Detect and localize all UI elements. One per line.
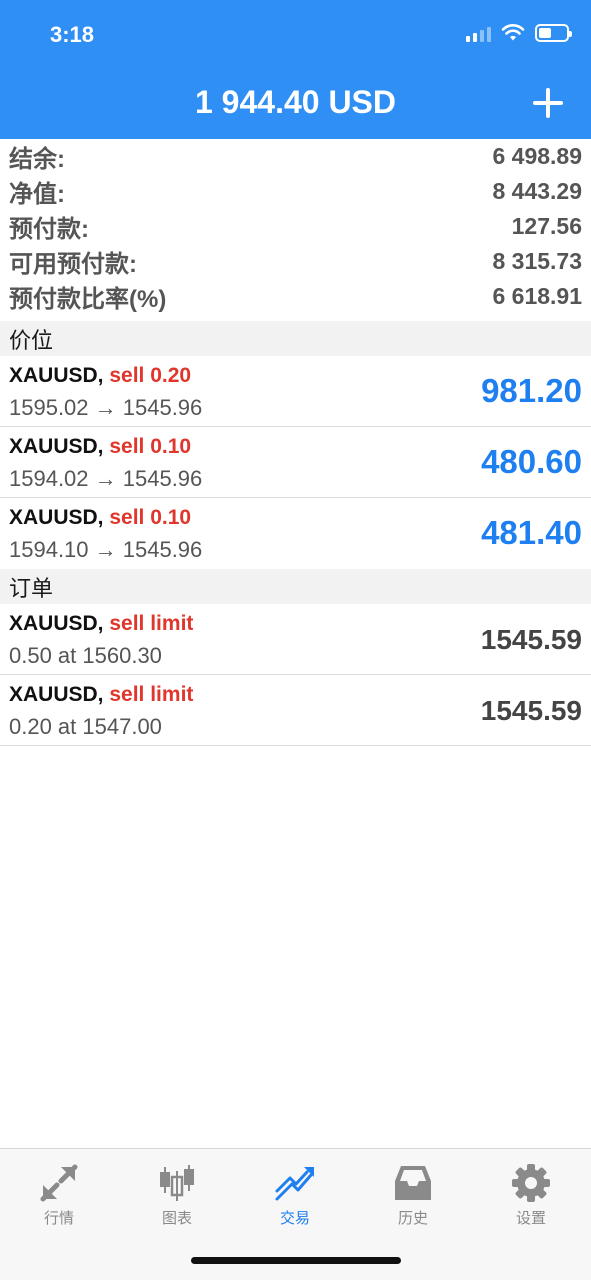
position-profit: 981.20 — [481, 372, 582, 409]
summary-label: 可用预付款: — [9, 251, 137, 278]
tab-label: 交易 — [279, 1210, 310, 1227]
position-side: sell 0.10 — [109, 506, 192, 529]
position-symbol: XAUUSD, sell 0.20 — [9, 364, 192, 387]
position-prices: 1594.10 → 1545.96 — [9, 537, 203, 562]
order-volume-price: 0.20 at 1547.00 — [9, 714, 162, 739]
position-prices: 1594.02 → 1545.96 — [9, 466, 203, 491]
position-symbol: XAUUSD, sell 0.10 — [9, 435, 192, 458]
candlestick-chart-icon — [160, 1165, 194, 1201]
order-current-price: 1545.59 — [480, 624, 582, 655]
position-side: sell 0.20 — [109, 364, 192, 387]
order-current-price: 1545.59 — [480, 695, 582, 726]
status-time: 3:18 — [50, 22, 95, 47]
inbox-tray-icon — [395, 1166, 431, 1200]
wifi-icon — [501, 24, 525, 41]
tab-label: 历史 — [397, 1210, 428, 1227]
position-row[interactable]: XAUUSD, sell 0.20 1595.02 → 1545.96 981.… — [0, 356, 591, 427]
position-symbol: XAUUSD, sell 0.10 — [9, 506, 192, 529]
order-side: sell limit — [109, 683, 194, 706]
position-profit: 481.40 — [481, 514, 582, 551]
quotes-arrows-icon — [40, 1164, 78, 1202]
orders-section-header: 订单 — [0, 569, 591, 604]
tab-label: 行情 — [43, 1210, 74, 1227]
summary-row-balance: 结余: 6 498.89 — [0, 139, 591, 174]
balance-title: 1 944.40 USD — [194, 84, 396, 120]
order-symbol: XAUUSD, sell limit — [9, 683, 194, 706]
summary-label: 结余: — [9, 146, 65, 173]
positions-section-header: 价位 — [0, 321, 591, 356]
gear-icon — [512, 1164, 550, 1202]
summary-label: 预付款: — [9, 216, 89, 243]
position-side: sell 0.10 — [109, 435, 192, 458]
tab-trade[interactable]: 交易 — [236, 1157, 354, 1237]
summary-row-margin: 预付款: 127.56 — [0, 209, 591, 244]
top-header: 3:18 1 944.40 USD — [0, 0, 591, 139]
new-order-plus-button[interactable] — [531, 86, 565, 120]
position-prices: 1595.02 → 1545.96 — [9, 395, 203, 420]
trade-trend-icon — [275, 1167, 314, 1201]
home-indicator — [191, 1257, 401, 1264]
position-row[interactable]: XAUUSD, sell 0.10 1594.02 → 1545.96 480.… — [0, 427, 591, 498]
battery-icon — [535, 24, 572, 42]
summary-value: 8 443.29 — [492, 178, 582, 204]
summary-label: 净值: — [9, 181, 65, 208]
tab-label: 图表 — [161, 1210, 192, 1227]
cellular-signal-icon — [466, 24, 491, 42]
position-profit: 480.60 — [481, 443, 582, 480]
summary-value: 8 315.73 — [492, 248, 582, 274]
summary-value: 6 618.91 — [492, 283, 582, 309]
tab-quotes[interactable]: 行情 — [0, 1157, 118, 1237]
account-summary: 结余: 6 498.89 净值: 8 443.29 预付款: 127.56 可用… — [0, 139, 591, 314]
tab-settings[interactable]: 设置 — [472, 1157, 590, 1237]
summary-value: 6 498.89 — [492, 143, 582, 169]
order-row[interactable]: XAUUSD, sell limit 0.50 at 1560.30 1545.… — [0, 604, 591, 675]
order-side: sell limit — [109, 612, 194, 635]
status-icons — [466, 24, 572, 42]
summary-value: 127.56 — [511, 213, 582, 239]
position-row[interactable]: XAUUSD, sell 0.10 1594.10 → 1545.96 481.… — [0, 498, 591, 569]
tab-label: 设置 — [515, 1210, 546, 1227]
tab-charts[interactable]: 图表 — [118, 1157, 236, 1237]
tab-history[interactable]: 历史 — [354, 1157, 472, 1237]
order-volume-price: 0.50 at 1560.30 — [9, 643, 162, 668]
summary-row-free-margin: 可用预付款: 8 315.73 — [0, 244, 591, 279]
order-symbol: XAUUSD, sell limit — [9, 612, 194, 635]
summary-label: 预付款比率(%) — [9, 286, 167, 313]
order-row[interactable]: XAUUSD, sell limit 0.20 at 1547.00 1545.… — [0, 675, 591, 746]
summary-row-margin-level: 预付款比率(%) 6 618.91 — [0, 279, 591, 314]
summary-row-equity: 净值: 8 443.29 — [0, 174, 591, 209]
